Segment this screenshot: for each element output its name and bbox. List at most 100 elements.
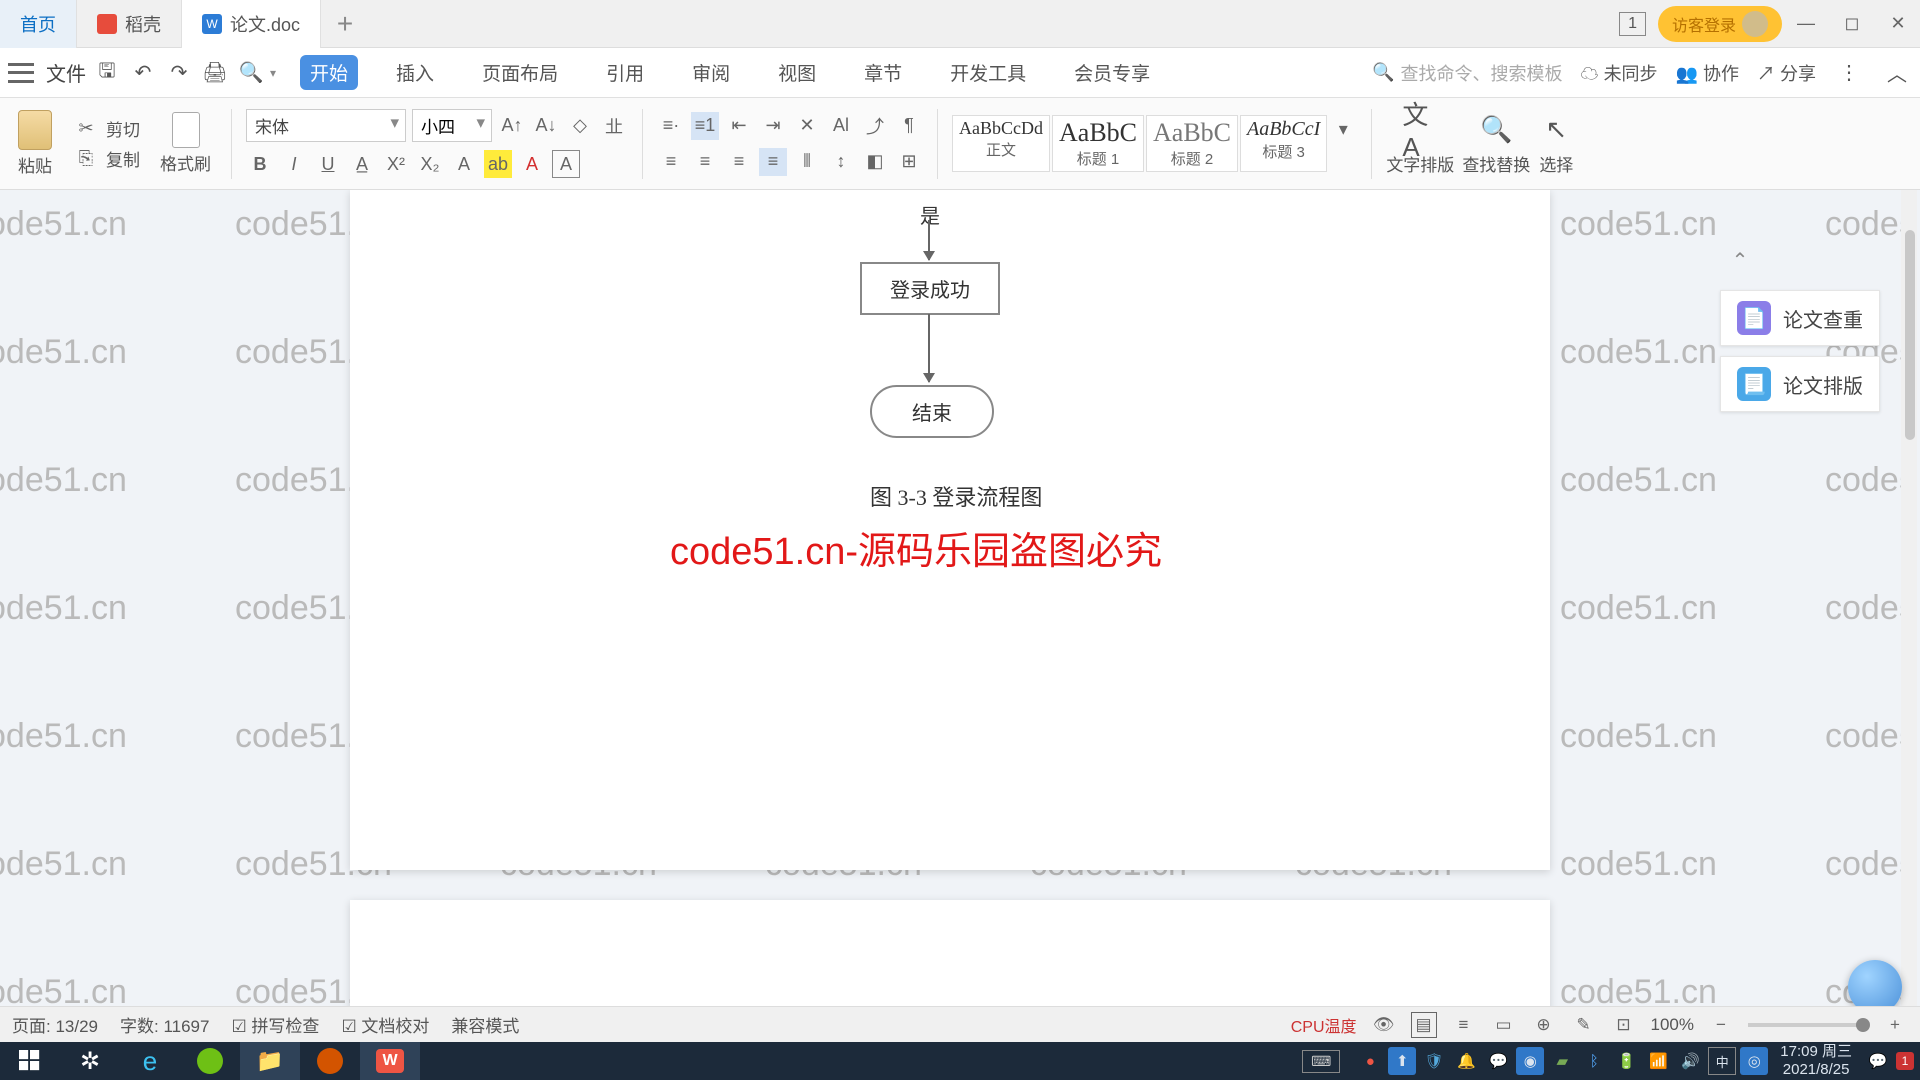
text-effects-icon[interactable]: A <box>450 150 478 178</box>
maximize-button[interactable]: ◻ <box>1830 4 1874 44</box>
style-h3[interactable]: AaBbCcI标题 3 <box>1240 115 1327 172</box>
ribbon-tab-start[interactable]: 开始 <box>300 55 358 90</box>
web-view-icon[interactable]: ⊕ <box>1531 1012 1557 1038</box>
document-canvas[interactable]: document.write(Array.from({length:7},(_,… <box>0 190 1920 1040</box>
distribute-icon[interactable]: ⫴ <box>793 148 821 176</box>
grow-font-icon[interactable]: A↑ <box>498 112 526 140</box>
tray-volume-icon[interactable]: 🔊 <box>1676 1047 1704 1075</box>
underline-icon[interactable]: U <box>314 150 342 178</box>
align-center-icon[interactable]: ≡ <box>691 148 719 176</box>
task-wps[interactable]: W <box>360 1042 420 1080</box>
zoom-in-icon[interactable]: + <box>1882 1012 1908 1038</box>
style-h1[interactable]: AaBbC标题 1 <box>1052 115 1144 172</box>
ribbon-tab-devtools[interactable]: 开发工具 <box>940 55 1036 90</box>
window-count-badge[interactable]: 1 <box>1619 12 1646 36</box>
outline-view-icon[interactable]: ≡ <box>1451 1012 1477 1038</box>
tray-icon[interactable]: ◉ <box>1516 1047 1544 1075</box>
tray-security-icon[interactable]: 🛡 <box>1420 1047 1448 1075</box>
ribbon-tab-review[interactable]: 审阅 <box>682 55 740 90</box>
tray-wifi-icon[interactable]: 📶 <box>1644 1047 1672 1075</box>
tray-bluetooth-icon[interactable]: ᛒ <box>1580 1047 1608 1075</box>
task-browser[interactable] <box>180 1042 240 1080</box>
collab-button[interactable]: 👥 协作 <box>1676 60 1739 86</box>
align-left-icon[interactable]: ≡ <box>657 148 685 176</box>
minimize-button[interactable]: — <box>1784 4 1828 44</box>
tray-badge[interactable]: 1 <box>1896 1052 1914 1070</box>
italic-icon[interactable]: I <box>280 150 308 178</box>
taskbar-clock[interactable]: 17:09 周三2021/8/25 <box>1780 1043 1852 1079</box>
tray-icon[interactable]: ◎ <box>1740 1047 1768 1075</box>
brush-icon[interactable] <box>172 112 200 148</box>
strike-icon[interactable]: A̲ <box>348 150 376 178</box>
sort-icon[interactable]: ✕ <box>793 112 821 140</box>
tray-notifications-icon[interactable]: 💬 <box>1864 1047 1892 1075</box>
new-tab-button[interactable]: + <box>321 8 369 40</box>
tray-icon[interactable]: 🔔 <box>1452 1047 1480 1075</box>
undo-icon[interactable]: ↶ <box>128 58 158 88</box>
numbering-icon[interactable]: ≡1 <box>691 112 719 140</box>
task-app1[interactable]: ✲ <box>60 1042 120 1080</box>
zoom-slider[interactable] <box>1748 1023 1868 1027</box>
tab-document[interactable]: W论文.doc <box>182 0 321 48</box>
word-count[interactable]: 字数: 11697 <box>120 1012 209 1037</box>
tray-wechat-icon[interactable]: 💬 <box>1484 1047 1512 1075</box>
paste-icon[interactable] <box>18 110 52 150</box>
style-h2[interactable]: AaBbC标题 2 <box>1146 115 1238 172</box>
edit-mode-icon[interactable]: ✎ <box>1571 1012 1597 1038</box>
align-right-icon[interactable]: ≡ <box>725 148 753 176</box>
paper-check-button[interactable]: 📄 论文查重 <box>1720 290 1880 346</box>
guest-login-button[interactable]: 访客登录 <box>1658 6 1782 42</box>
ime-indicator[interactable]: ⌨ <box>1302 1050 1340 1073</box>
clear-format-icon[interactable]: ◇ <box>566 112 594 140</box>
paper-layout-button[interactable]: 📃 论文排版 <box>1720 356 1880 412</box>
more-icon[interactable]: ⋮ <box>1834 58 1864 88</box>
brush-label[interactable]: 格式刷 <box>160 150 211 175</box>
start-button[interactable] <box>0 1042 60 1080</box>
copy-icon[interactable]: ⎘ <box>72 145 100 173</box>
cut-label[interactable]: 剪切 <box>106 116 140 141</box>
linespace-top-icon[interactable]: ⤴ <box>861 112 889 140</box>
select-button[interactable]: ↖选择 <box>1538 111 1574 176</box>
scrollbar-thumb[interactable] <box>1905 230 1915 440</box>
fit-width-icon[interactable]: ⊡ <box>1611 1012 1637 1038</box>
font-color-icon[interactable]: A <box>518 150 546 178</box>
ribbon-tab-reference[interactable]: 引用 <box>596 55 654 90</box>
justify-icon[interactable]: ≡ <box>759 148 787 176</box>
search-command[interactable]: 🔍 查找命令、搜索模板 <box>1372 60 1562 86</box>
shading-icon[interactable]: ◧ <box>861 148 889 176</box>
font-size-select[interactable]: 小四 <box>412 109 492 142</box>
file-menu[interactable]: 文件 <box>46 58 86 87</box>
task-app2[interactable] <box>300 1042 360 1080</box>
showmarks-icon[interactable]: ¶ <box>895 112 923 140</box>
styles-more-icon[interactable]: ▾ <box>1329 115 1357 143</box>
bold-icon[interactable]: B <box>246 150 274 178</box>
tab-docai[interactable]: 稻壳 <box>77 0 182 48</box>
ribbon-tab-layout[interactable]: 页面布局 <box>472 55 568 90</box>
zoom-level[interactable]: 100% <box>1651 1015 1694 1035</box>
tray-nvidia-icon[interactable]: ▰ <box>1548 1047 1576 1075</box>
page-view-icon[interactable]: ▤ <box>1411 1012 1437 1038</box>
eye-icon[interactable]: 👁 <box>1371 1012 1397 1038</box>
outdent-icon[interactable]: ⇤ <box>725 112 753 140</box>
phonetic-icon[interactable]: 㐀 <box>600 112 628 140</box>
qat-more-icon[interactable]: ▾ <box>270 66 276 80</box>
tray-icon[interactable]: ● <box>1356 1047 1384 1075</box>
find-replace-button[interactable]: 🔍查找替换 <box>1462 111 1530 176</box>
print-icon[interactable]: 🖨 <box>200 58 230 88</box>
save-icon[interactable]: 🖫 <box>92 58 122 88</box>
indent-icon[interactable]: ⇥ <box>759 112 787 140</box>
bullets-icon[interactable]: ≡· <box>657 112 685 140</box>
task-explorer[interactable]: 📁 <box>240 1042 300 1080</box>
task-ie[interactable]: e <box>120 1042 180 1080</box>
tab-icon[interactable]: Al <box>827 112 855 140</box>
line-spacing-icon[interactable]: ↕ <box>827 148 855 176</box>
read-view-icon[interactable]: ▭ <box>1491 1012 1517 1038</box>
page-indicator[interactable]: 页面: 13/29 <box>12 1012 98 1037</box>
subscript-icon[interactable]: X₂ <box>416 150 444 178</box>
char-border-icon[interactable]: A <box>552 150 580 178</box>
font-name-select[interactable]: 宋体 <box>246 109 406 142</box>
preview-icon[interactable]: 🔍 <box>236 58 266 88</box>
zoom-knob[interactable] <box>1856 1018 1870 1032</box>
spellcheck-toggle[interactable]: ☑ 拼写检查 <box>231 1012 319 1037</box>
style-normal[interactable]: AaBbCcDd正文 <box>952 115 1050 172</box>
